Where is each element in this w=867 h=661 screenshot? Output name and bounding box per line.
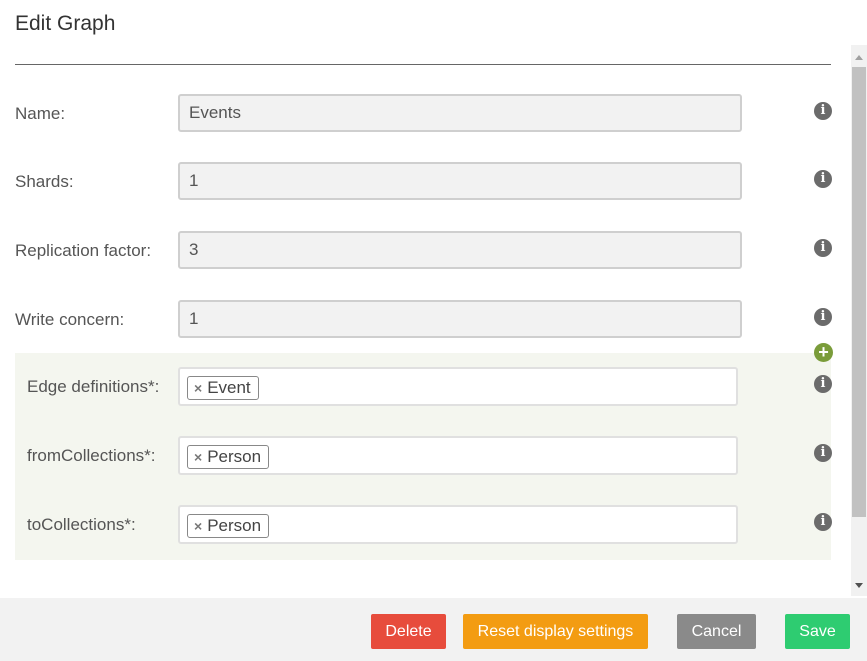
edge-definitions-select[interactable]: × Event (178, 367, 738, 406)
shards-label: Shards: (15, 172, 74, 191)
remove-tag-icon[interactable]: × (194, 380, 202, 396)
replication-factor-input[interactable] (178, 231, 742, 269)
delete-button[interactable]: Delete (371, 614, 446, 649)
tag-label: Event (207, 378, 251, 397)
shards-info-icon[interactable]: i (814, 170, 832, 188)
modal-footer: Delete Reset display settings Cancel Sav… (0, 598, 867, 661)
write-concern-input[interactable] (178, 300, 742, 338)
to-collections-row: toCollections*: × Person i (0, 505, 840, 544)
from-collections-row: fromCollections*: × Person i (0, 436, 840, 475)
scrollbar[interactable] (851, 45, 867, 596)
edge-definitions-info-icon[interactable]: i (814, 375, 832, 393)
write-concern-row: Write concern: i (0, 300, 840, 338)
name-label: Name: (15, 104, 66, 123)
name-row: Name: i (0, 94, 840, 132)
from-collections-info-icon[interactable]: i (814, 444, 832, 462)
name-info-icon[interactable]: i (814, 102, 832, 120)
edge-definitions-tag: × Event (187, 376, 259, 400)
to-collections-tag: × Person (187, 514, 270, 538)
replication-factor-label: Replication factor: (15, 241, 152, 260)
scroll-down-icon[interactable] (855, 583, 863, 588)
scroll-up-icon[interactable] (855, 55, 863, 60)
write-concern-label: Write concern: (15, 310, 125, 329)
edge-definitions-row: Edge definitions*: × Event i (0, 367, 840, 406)
title-divider (15, 64, 831, 65)
shards-row: Shards: i (0, 162, 840, 200)
save-button[interactable]: Save (785, 614, 850, 649)
tag-label: Person (207, 516, 262, 535)
scroll-thumb[interactable] (852, 67, 866, 517)
write-concern-info-icon[interactable]: i (814, 308, 832, 326)
tag-label: Person (207, 447, 262, 466)
to-collections-info-icon[interactable]: i (814, 513, 832, 531)
to-collections-label: toCollections*: (27, 515, 136, 534)
reset-display-settings-button[interactable]: Reset display settings (463, 614, 648, 649)
replication-factor-row: Replication factor: i (0, 231, 840, 269)
cancel-button[interactable]: Cancel (677, 614, 756, 649)
from-collections-tag: × Person (187, 445, 270, 469)
edge-definitions-label: Edge definitions*: (27, 377, 160, 396)
add-edge-definition-icon[interactable]: + (814, 343, 833, 362)
shards-input[interactable] (178, 162, 742, 200)
remove-tag-icon[interactable]: × (194, 518, 202, 534)
to-collections-select[interactable]: × Person (178, 505, 738, 544)
modal-title: Edit Graph (15, 12, 116, 35)
name-input[interactable] (178, 94, 742, 132)
remove-tag-icon[interactable]: × (194, 449, 202, 465)
from-collections-select[interactable]: × Person (178, 436, 738, 475)
replication-factor-info-icon[interactable]: i (814, 239, 832, 257)
from-collections-label: fromCollections*: (27, 446, 156, 465)
